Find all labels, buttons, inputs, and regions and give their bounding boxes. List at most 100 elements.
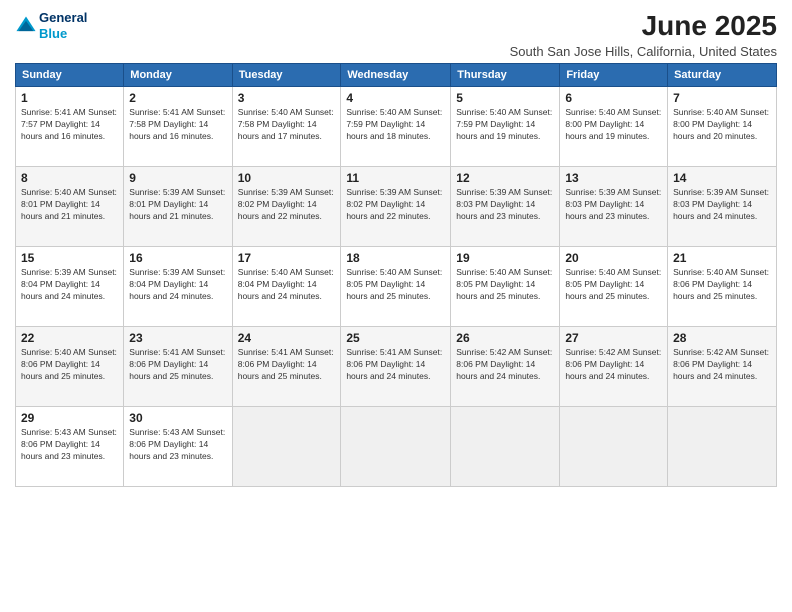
table-row: 25 Sunrise: 5:41 AM Sunset: 8:06 PM Dayli… [341, 327, 451, 407]
day-number: 9 [129, 171, 226, 185]
day-detail: Sunrise: 5:39 AM Sunset: 8:04 PM Dayligh… [21, 267, 118, 303]
table-row: 28Sunrise: 5:42 AM Sunset: 8:06 PM Dayli… [668, 327, 777, 407]
table-row [451, 407, 560, 487]
day-detail: Sunrise: 5:40 AM Sunset: 8:05 PM Dayligh… [346, 267, 445, 303]
day-detail: Sunrise: 5:40 AM Sunset: 8:00 PM Dayligh… [565, 107, 662, 143]
day-number: 23 [129, 331, 226, 345]
table-row: 18 Sunrise: 5:40 AM Sunset: 8:05 PM Dayli… [341, 247, 451, 327]
header-monday: Monday [124, 64, 232, 87]
header-wednesday: Wednesday [341, 64, 451, 87]
day-detail: Sunrise: 5:40 AM Sunset: 7:58 PM Dayligh… [238, 107, 336, 143]
table-row: 17 Sunrise: 5:40 AM Sunset: 8:04 PM Dayli… [232, 247, 341, 327]
logo-line2: Blue [39, 26, 87, 42]
table-row: 2Sunrise: 5:41 AM Sunset: 7:58 PM Daylig… [124, 87, 232, 167]
table-row: 14 Sunrise: 5:39 AM Sunset: 8:03 PM Dayli… [668, 167, 777, 247]
table-row: 5 Sunrise: 5:40 AM Sunset: 7:59 PM Daylig… [451, 87, 560, 167]
day-detail: Sunrise: 5:41 AM Sunset: 8:06 PM Dayligh… [129, 347, 226, 383]
day-number: 14 [673, 171, 771, 185]
day-number: 5 [456, 91, 554, 105]
table-row: 8 Sunrise: 5:40 AM Sunset: 8:01 PM Daylig… [16, 167, 124, 247]
table-row: 16 Sunrise: 5:39 AM Sunset: 8:04 PM Dayli… [124, 247, 232, 327]
table-row: 26Sunrise: 5:42 AM Sunset: 8:06 PM Dayli… [451, 327, 560, 407]
table-row [341, 407, 451, 487]
day-number: 13 [565, 171, 662, 185]
day-detail: Sunrise: 5:41 AM Sunset: 7:58 PM Dayligh… [129, 107, 226, 143]
day-number: 29 [21, 411, 118, 425]
header-tuesday: Tuesday [232, 64, 341, 87]
day-number: 27 [565, 331, 662, 345]
table-row: 1 Sunrise: 5:41 AM Sunset: 7:57 PM Daylig… [16, 87, 124, 167]
table-row: 20 Sunrise: 5:40 AM Sunset: 8:05 PM Dayli… [560, 247, 668, 327]
header-sunday: Sunday [16, 64, 124, 87]
table-row: 13 Sunrise: 5:39 AM Sunset: 8:03 PM Dayli… [560, 167, 668, 247]
calendar-week-row: 22Sunrise: 5:40 AM Sunset: 8:06 PM Dayli… [16, 327, 777, 407]
table-row: 24Sunrise: 5:41 AM Sunset: 8:06 PM Dayli… [232, 327, 341, 407]
day-detail: Sunrise: 5:39 AM Sunset: 8:02 PM Dayligh… [346, 187, 445, 223]
day-detail: Sunrise: 5:39 AM Sunset: 8:04 PM Dayligh… [129, 267, 226, 303]
day-detail: Sunrise: 5:41 AM Sunset: 8:06 PM Dayligh… [238, 347, 336, 383]
day-detail: Sunrise: 5:43 AM Sunset: 8:06 PM Dayligh… [129, 427, 226, 463]
day-detail: Sunrise: 5:40 AM Sunset: 7:59 PM Dayligh… [346, 107, 445, 143]
day-detail: Sunrise: 5:39 AM Sunset: 8:03 PM Dayligh… [673, 187, 771, 223]
table-row: 12Sunrise: 5:39 AM Sunset: 8:03 PM Dayli… [451, 167, 560, 247]
day-number: 10 [238, 171, 336, 185]
calendar-week-row: 8 Sunrise: 5:40 AM Sunset: 8:01 PM Daylig… [16, 167, 777, 247]
day-number: 11 [346, 171, 445, 185]
day-number: 30 [129, 411, 226, 425]
table-row: 15 Sunrise: 5:39 AM Sunset: 8:04 PM Dayli… [16, 247, 124, 327]
logo-text: General Blue [39, 10, 87, 41]
day-number: 18 [346, 251, 445, 265]
table-row: 23 Sunrise: 5:41 AM Sunset: 8:06 PM Dayli… [124, 327, 232, 407]
table-row [668, 407, 777, 487]
month-title: June 2025 [510, 10, 777, 42]
logo: General Blue [15, 10, 87, 41]
page: General Blue June 2025 South San Jose Hi… [0, 0, 792, 612]
day-detail: Sunrise: 5:40 AM Sunset: 7:59 PM Dayligh… [456, 107, 554, 143]
table-row: 29 Sunrise: 5:43 AM Sunset: 8:06 PM Dayli… [16, 407, 124, 487]
table-row [560, 407, 668, 487]
day-number: 7 [673, 91, 771, 105]
day-number: 25 [346, 331, 445, 345]
header-friday: Friday [560, 64, 668, 87]
table-row: 3Sunrise: 5:40 AM Sunset: 7:58 PM Daylig… [232, 87, 341, 167]
day-detail: Sunrise: 5:42 AM Sunset: 8:06 PM Dayligh… [565, 347, 662, 383]
table-row: 19 Sunrise: 5:40 AM Sunset: 8:05 PM Dayli… [451, 247, 560, 327]
day-detail: Sunrise: 5:39 AM Sunset: 8:03 PM Dayligh… [565, 187, 662, 223]
day-detail: Sunrise: 5:40 AM Sunset: 8:05 PM Dayligh… [565, 267, 662, 303]
day-detail: Sunrise: 5:40 AM Sunset: 8:05 PM Dayligh… [456, 267, 554, 303]
day-number: 28 [673, 331, 771, 345]
header-saturday: Saturday [668, 64, 777, 87]
title-block: June 2025 South San Jose Hills, Californ… [510, 10, 777, 59]
calendar-week-row: 15 Sunrise: 5:39 AM Sunset: 8:04 PM Dayli… [16, 247, 777, 327]
header-thursday: Thursday [451, 64, 560, 87]
day-detail: Sunrise: 5:39 AM Sunset: 8:03 PM Dayligh… [456, 187, 554, 223]
day-detail: Sunrise: 5:41 AM Sunset: 7:57 PM Dayligh… [21, 107, 118, 143]
logo-line1: General [39, 10, 87, 26]
day-number: 16 [129, 251, 226, 265]
day-number: 8 [21, 171, 118, 185]
day-detail: Sunrise: 5:41 AM Sunset: 8:06 PM Dayligh… [346, 347, 445, 383]
day-number: 1 [21, 91, 118, 105]
day-number: 19 [456, 251, 554, 265]
day-detail: Sunrise: 5:40 AM Sunset: 8:04 PM Dayligh… [238, 267, 336, 303]
day-number: 17 [238, 251, 336, 265]
day-number: 20 [565, 251, 662, 265]
table-row: 27 Sunrise: 5:42 AM Sunset: 8:06 PM Dayli… [560, 327, 668, 407]
table-row: 7 Sunrise: 5:40 AM Sunset: 8:00 PM Daylig… [668, 87, 777, 167]
calendar-week-row: 29 Sunrise: 5:43 AM Sunset: 8:06 PM Dayli… [16, 407, 777, 487]
day-detail: Sunrise: 5:40 AM Sunset: 8:01 PM Dayligh… [21, 187, 118, 223]
day-detail: Sunrise: 5:43 AM Sunset: 8:06 PM Dayligh… [21, 427, 118, 463]
table-row: 6Sunrise: 5:40 AM Sunset: 8:00 PM Daylig… [560, 87, 668, 167]
header: General Blue June 2025 South San Jose Hi… [15, 10, 777, 59]
table-row: 4Sunrise: 5:40 AM Sunset: 7:59 PM Daylig… [341, 87, 451, 167]
table-row: 9Sunrise: 5:39 AM Sunset: 8:01 PM Daylig… [124, 167, 232, 247]
day-detail: Sunrise: 5:40 AM Sunset: 8:06 PM Dayligh… [673, 267, 771, 303]
day-detail: Sunrise: 5:40 AM Sunset: 8:00 PM Dayligh… [673, 107, 771, 143]
calendar-header-row: Sunday Monday Tuesday Wednesday Thursday… [16, 64, 777, 87]
table-row [232, 407, 341, 487]
table-row: 10 Sunrise: 5:39 AM Sunset: 8:02 PM Dayli… [232, 167, 341, 247]
day-detail: Sunrise: 5:39 AM Sunset: 8:02 PM Dayligh… [238, 187, 336, 223]
day-detail: Sunrise: 5:42 AM Sunset: 8:06 PM Dayligh… [456, 347, 554, 383]
day-number: 21 [673, 251, 771, 265]
day-number: 15 [21, 251, 118, 265]
